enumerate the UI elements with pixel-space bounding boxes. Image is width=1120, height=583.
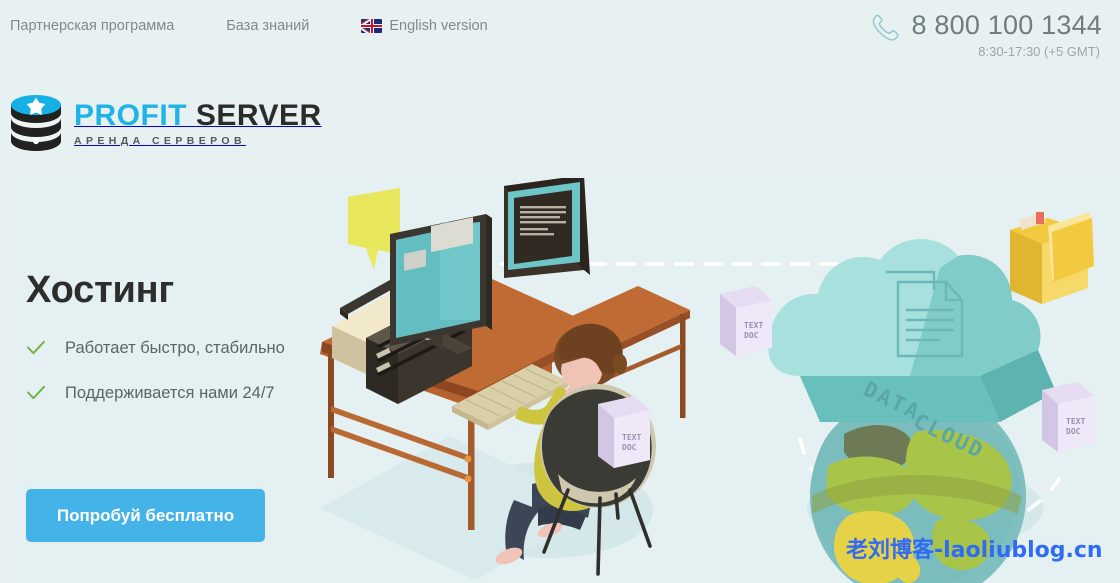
dashed-connector	[426, 262, 862, 279]
phone-icon	[872, 14, 899, 41]
logo-title-accent: PROFIT	[74, 99, 187, 133]
check-icon	[27, 340, 45, 355]
top-nav: Партнерская программа База знаний Englis…	[10, 18, 488, 34]
hero-illustration: DATA CLOUD TEXT DOC TEXT DOC TEXT DOC	[320, 178, 1094, 583]
feature-label: Работает быстро, стабильно	[65, 338, 285, 357]
doc-label: DOC	[744, 331, 759, 340]
try-free-button[interactable]: Попробуй бесплатно	[26, 489, 265, 542]
text-doc-note: TEXT DOC	[598, 396, 650, 468]
topnav-knowledge-base[interactable]: База знаний	[226, 18, 309, 34]
uk-flag-icon	[361, 19, 383, 33]
site-header: PROFIT SERVER АРЕНДА СЕРВЕРОВ Виртуальны…	[0, 78, 1120, 228]
doc-label: DOC	[1066, 427, 1081, 436]
topnav-partner-program[interactable]: Партнерская программа	[10, 18, 174, 34]
doc-label: TEXT	[622, 433, 641, 442]
hero-section: Хостинг Работает быстро, стабильно Подде…	[0, 178, 1120, 583]
feature-label: Поддерживается нами 24/7	[65, 383, 275, 402]
top-utility-bar: Партнерская программа База знаний Englis…	[0, 0, 1120, 78]
database-star-icon	[11, 95, 61, 151]
phone-hours: 8:30-17:30 (+5 GMT)	[978, 44, 1100, 59]
english-version-label: English version	[389, 18, 488, 34]
topnav-english-version[interactable]: English version	[361, 18, 488, 34]
wall-poster	[504, 178, 590, 278]
folder-icon	[1010, 212, 1094, 304]
doc-label: TEXT	[1066, 417, 1085, 426]
logo-subtitle: АРЕНДА СЕРВЕРОВ	[74, 135, 246, 148]
phone-number[interactable]: 8 800 100 1344	[912, 10, 1102, 41]
page-root: Партнерская программа База знаний Englis…	[0, 0, 1120, 583]
contact-block: 8 800 100 1344 8:30-17:30 (+5 GMT)	[869, 10, 1102, 59]
doc-label: DOC	[622, 443, 637, 452]
check-icon	[27, 385, 45, 400]
hero-left-edge	[0, 178, 6, 583]
site-logo[interactable]: PROFIT SERVER АРЕНДА СЕРВЕРОВ	[8, 94, 322, 154]
logo-title-dark: SERVER	[195, 99, 322, 133]
doc-label: TEXT	[744, 321, 763, 330]
text-doc-note: TEXT DOC	[720, 286, 772, 356]
text-doc-note: TEXT DOC	[1042, 382, 1094, 452]
